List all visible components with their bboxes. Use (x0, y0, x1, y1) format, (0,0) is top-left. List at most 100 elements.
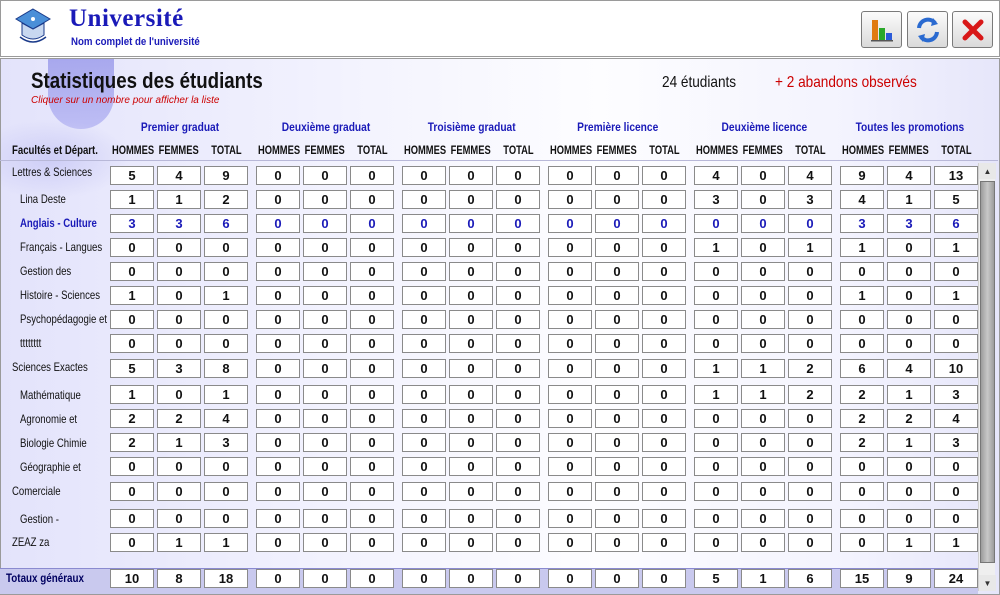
count-cell[interactable]: 0 (350, 190, 394, 209)
count-cell[interactable]: 0 (303, 533, 347, 552)
count-cell[interactable]: 0 (256, 482, 300, 501)
count-cell[interactable]: 0 (110, 334, 154, 353)
count-cell[interactable]: 0 (256, 409, 300, 428)
count-cell[interactable]: 0 (350, 533, 394, 552)
count-cell[interactable]: 0 (595, 286, 639, 305)
count-cell[interactable]: 0 (548, 533, 592, 552)
count-cell[interactable]: 1 (840, 238, 884, 257)
total-cell[interactable]: 0 (350, 569, 394, 588)
count-cell[interactable]: 0 (642, 238, 686, 257)
count-cell[interactable]: 0 (887, 334, 931, 353)
count-cell[interactable]: 0 (496, 190, 540, 209)
count-cell[interactable]: 0 (548, 385, 592, 404)
count-cell[interactable]: 0 (548, 334, 592, 353)
count-cell[interactable]: 1 (694, 385, 738, 404)
count-cell[interactable]: 0 (694, 409, 738, 428)
count-cell[interactable]: 3 (934, 433, 978, 452)
count-cell[interactable]: 2 (840, 409, 884, 428)
count-cell[interactable]: 0 (402, 385, 446, 404)
total-cell[interactable]: 8 (157, 569, 201, 588)
count-cell[interactable]: 0 (303, 334, 347, 353)
count-cell[interactable]: 0 (642, 166, 686, 185)
scroll-down-arrow-icon[interactable]: ▼ (979, 575, 996, 591)
count-cell[interactable]: 0 (256, 433, 300, 452)
count-cell[interactable]: 1 (934, 533, 978, 552)
count-cell[interactable]: 0 (496, 238, 540, 257)
count-cell[interactable]: 0 (449, 334, 493, 353)
count-cell[interactable]: 0 (595, 310, 639, 329)
count-cell[interactable]: 2 (110, 409, 154, 428)
count-cell[interactable]: 0 (303, 166, 347, 185)
count-cell[interactable]: 1 (840, 286, 884, 305)
count-cell[interactable]: 4 (934, 409, 978, 428)
count-cell[interactable]: 6 (204, 214, 248, 233)
count-cell[interactable]: 0 (449, 286, 493, 305)
count-cell[interactable]: 0 (642, 214, 686, 233)
count-cell[interactable]: 5 (110, 359, 154, 378)
count-cell[interactable]: 2 (788, 359, 832, 378)
count-cell[interactable]: 1 (934, 286, 978, 305)
count-cell[interactable]: 0 (496, 433, 540, 452)
count-cell[interactable]: 0 (402, 482, 446, 501)
count-cell[interactable]: 0 (402, 457, 446, 476)
count-cell[interactable]: 0 (350, 334, 394, 353)
count-cell[interactable]: 0 (694, 482, 738, 501)
count-cell[interactable]: 3 (694, 190, 738, 209)
count-cell[interactable]: 0 (694, 433, 738, 452)
count-cell[interactable]: 1 (788, 238, 832, 257)
count-cell[interactable]: 0 (887, 310, 931, 329)
count-cell[interactable]: 0 (496, 286, 540, 305)
count-cell[interactable]: 0 (496, 409, 540, 428)
count-cell[interactable]: 0 (548, 214, 592, 233)
count-cell[interactable]: 3 (788, 190, 832, 209)
count-cell[interactable]: 0 (496, 385, 540, 404)
count-cell[interactable]: 0 (548, 166, 592, 185)
count-cell[interactable]: 0 (256, 334, 300, 353)
count-cell[interactable]: 8 (204, 359, 248, 378)
count-cell[interactable]: 0 (449, 509, 493, 528)
count-cell[interactable]: 1 (741, 385, 785, 404)
count-cell[interactable]: 4 (840, 190, 884, 209)
count-cell[interactable]: 0 (788, 310, 832, 329)
count-cell[interactable]: 0 (402, 533, 446, 552)
count-cell[interactable]: 0 (887, 262, 931, 281)
chart-button[interactable] (861, 11, 902, 48)
count-cell[interactable]: 0 (741, 286, 785, 305)
total-cell[interactable]: 15 (840, 569, 884, 588)
count-cell[interactable]: 0 (694, 262, 738, 281)
count-cell[interactable]: 0 (642, 359, 686, 378)
count-cell[interactable]: 0 (642, 433, 686, 452)
count-cell[interactable]: 1 (694, 359, 738, 378)
count-cell[interactable]: 0 (303, 310, 347, 329)
count-cell[interactable]: 0 (887, 509, 931, 528)
count-cell[interactable]: 0 (256, 190, 300, 209)
count-cell[interactable]: 0 (741, 310, 785, 329)
count-cell[interactable]: 0 (595, 214, 639, 233)
count-cell[interactable]: 1 (204, 533, 248, 552)
count-cell[interactable]: 1 (110, 286, 154, 305)
count-cell[interactable]: 4 (694, 166, 738, 185)
count-cell[interactable]: 0 (595, 166, 639, 185)
count-cell[interactable]: 0 (934, 310, 978, 329)
count-cell[interactable]: 2 (110, 433, 154, 452)
count-cell[interactable]: 0 (303, 238, 347, 257)
count-cell[interactable]: 0 (694, 509, 738, 528)
count-cell[interactable]: 0 (449, 238, 493, 257)
count-cell[interactable]: 0 (204, 509, 248, 528)
count-cell[interactable]: 0 (595, 509, 639, 528)
count-cell[interactable]: 0 (350, 482, 394, 501)
count-cell[interactable]: 4 (788, 166, 832, 185)
count-cell[interactable]: 0 (110, 310, 154, 329)
count-cell[interactable]: 0 (303, 359, 347, 378)
count-cell[interactable]: 0 (157, 238, 201, 257)
count-cell[interactable]: 0 (204, 310, 248, 329)
count-cell[interactable]: 0 (548, 286, 592, 305)
count-cell[interactable]: 9 (204, 166, 248, 185)
count-cell[interactable]: 0 (256, 238, 300, 257)
count-cell[interactable]: 0 (741, 457, 785, 476)
count-cell[interactable]: 0 (204, 238, 248, 257)
count-cell[interactable]: 0 (741, 509, 785, 528)
total-cell[interactable]: 5 (694, 569, 738, 588)
count-cell[interactable]: 0 (595, 262, 639, 281)
count-cell[interactable]: 0 (256, 457, 300, 476)
